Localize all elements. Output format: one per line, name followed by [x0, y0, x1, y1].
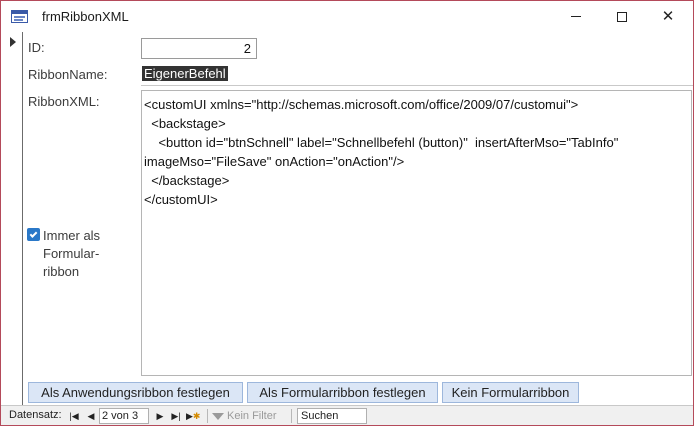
xml-line: </customUI>	[144, 192, 218, 207]
always-form-ribbon-label: Immer als Formular-ribbon	[43, 228, 101, 279]
xml-line: <button id="btnSchnell" label="Schnellbe…	[144, 135, 619, 150]
new-record-button[interactable]: ▶✱	[186, 409, 200, 423]
last-record-icon[interactable]: ▶|	[170, 409, 182, 423]
id-field[interactable]: 2	[141, 38, 257, 59]
record-label: Datensatz:	[9, 409, 62, 421]
close-button[interactable]: ✕	[645, 1, 691, 32]
minimize-button[interactable]	[553, 1, 599, 32]
set-form-ribbon-button[interactable]: Als Formularribbon festlegen	[247, 382, 438, 403]
filter-funnel-icon	[212, 412, 224, 420]
id-label: ID:	[28, 40, 45, 55]
search-input[interactable]: Suchen	[297, 408, 367, 424]
maximize-icon	[617, 11, 627, 22]
no-form-ribbon-button[interactable]: Kein Formularribbon	[442, 382, 579, 403]
xml-line: </backstage>	[144, 173, 230, 188]
form-window: frmRibbonXML ✕ ID: 2 RibbonName: Eigener…	[0, 0, 694, 426]
current-record-field[interactable]: 2 von 3	[99, 408, 149, 424]
nav-divider	[291, 409, 292, 423]
checkmark-icon	[29, 229, 38, 238]
close-icon: ✕	[661, 8, 675, 25]
form-icon	[11, 10, 28, 23]
ribbon-name-field[interactable]: EigenerBefehl	[141, 64, 693, 86]
filter-toggle[interactable]: Kein Filter	[212, 408, 277, 424]
maximize-button[interactable]	[599, 1, 645, 32]
record-selector[interactable]	[1, 32, 23, 405]
always-form-ribbon-checkbox[interactable]	[27, 228, 40, 241]
window-title: frmRibbonXML	[42, 9, 129, 24]
ribbon-xml-field[interactable]: <customUI xmlns="http://schemas.microsof…	[141, 90, 692, 376]
title-bar[interactable]: frmRibbonXML ✕	[1, 1, 693, 32]
current-record-arrow-icon	[10, 37, 16, 47]
ribbon-name-label: RibbonName:	[28, 67, 108, 82]
record-navigation-bar: Datensatz: |◀ ◀ 2 von 3 ▶ ▶| ▶✱ Kein Fil…	[1, 405, 693, 425]
first-record-icon[interactable]: |◀	[68, 409, 80, 423]
xml-line: <backstage>	[144, 116, 226, 131]
previous-record-icon[interactable]: ◀	[85, 409, 97, 423]
xml-line: <customUI xmlns="http://schemas.microsof…	[144, 97, 579, 112]
minimize-icon	[571, 16, 581, 17]
nav-divider	[207, 409, 208, 423]
filter-label: Kein Filter	[227, 410, 277, 422]
xml-line: imageMso="FileSave" onAction="onAction"/…	[144, 154, 405, 169]
ribbon-xml-label: RibbonXML:	[28, 94, 100, 109]
new-record-icon: ▶	[186, 411, 193, 421]
next-record-icon[interactable]: ▶	[154, 409, 166, 423]
ribbon-name-value: EigenerBefehl	[142, 66, 228, 81]
set-app-ribbon-button[interactable]: Als Anwendungsribbon festlegen	[28, 382, 243, 403]
